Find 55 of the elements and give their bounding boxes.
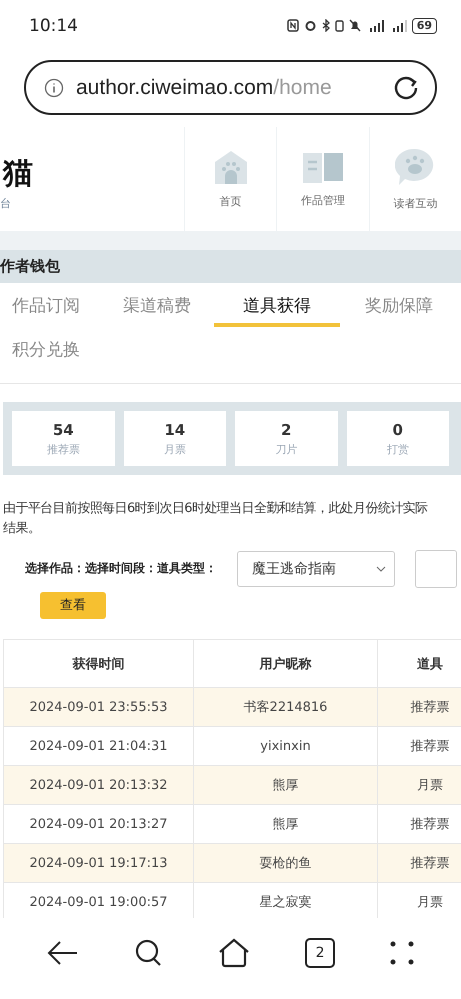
table-cell: 推荐票 [378,688,461,727]
stat-label: 刀片 [275,442,298,457]
view-button[interactable]: 查看 [40,592,106,620]
stat-value: 54 [52,420,74,439]
stat-label: 打赏 [386,442,409,457]
mute-icon [348,19,361,32]
table-cell: 书客2214816 [194,688,378,727]
work-select[interactable]: 魔王逃命指南 [237,550,395,587]
column-header: 道具 [378,640,461,688]
table-cell: 2024-09-01 19:17:13 [4,844,194,883]
column-header: 用户昵称 [194,640,378,688]
status-time: 10:14 [29,16,78,36]
nav-item[interactable]: 作品管理 [276,127,369,231]
table-cell: 2024-09-01 20:13:32 [4,766,194,805]
tab[interactable]: 道具获得 [214,283,340,328]
table-cell: 2024-09-01 19:00:57 [4,882,194,918]
filter-labels: 选择作品：选择时间段：道具类型： [25,560,217,578]
table-cell: 月票 [378,766,461,805]
info-icon[interactable] [44,78,64,98]
tab[interactable]: 积分兑换 [0,327,100,372]
notice-text: 由于平台目前按照每日6时到次日6时处理当日全勤和结算，此处月份统计实际 [3,500,428,518]
stat-value: 14 [164,420,186,439]
table-cell: 2024-09-01 23:55:53 [4,688,194,727]
home-icon[interactable] [218,938,250,968]
address-bar[interactable]: author.ciweimao.com/home [24,60,437,116]
url-path: /home [273,76,332,99]
vibrate-icon [334,19,344,32]
nav-item[interactable]: 首页 [184,127,276,231]
nav-item[interactable]: 读者互动 [368,127,461,231]
bluetooth-icon [322,19,330,32]
house-icon [212,150,249,184]
tab[interactable]: 奖励保障 [340,283,458,328]
select-field[interactable] [415,550,457,588]
book-icon [302,150,344,183]
table-cell: 熊厚 [194,766,378,805]
stat-value: 2 [281,420,292,439]
tab[interactable]: 渠道稿费 [100,283,214,328]
stat-value: 0 [392,420,403,439]
nfc-icon [286,19,299,32]
menu-icon[interactable] [390,940,414,965]
battery-level: 69 [412,18,437,34]
stat-label: 月票 [164,442,186,457]
chevron-down-icon [376,566,386,572]
table-cell: 耍枪的鱼 [194,844,378,883]
table-cell: 推荐票 [378,844,461,883]
tabs-button[interactable]: 2 [305,938,336,968]
paw-chat-icon [395,148,436,186]
stat-label: 推荐票 [46,442,80,457]
url-host: author.ciweimao.com [76,76,274,99]
tab[interactable]: 作品订阅 [0,283,100,328]
column-header: 获得时间 [4,640,194,688]
notice-text: 结果。 [3,520,40,538]
site-logo[interactable]: 猫 [0,151,39,196]
back-icon[interactable] [47,940,80,966]
site-subtitle: 台 [0,196,11,212]
